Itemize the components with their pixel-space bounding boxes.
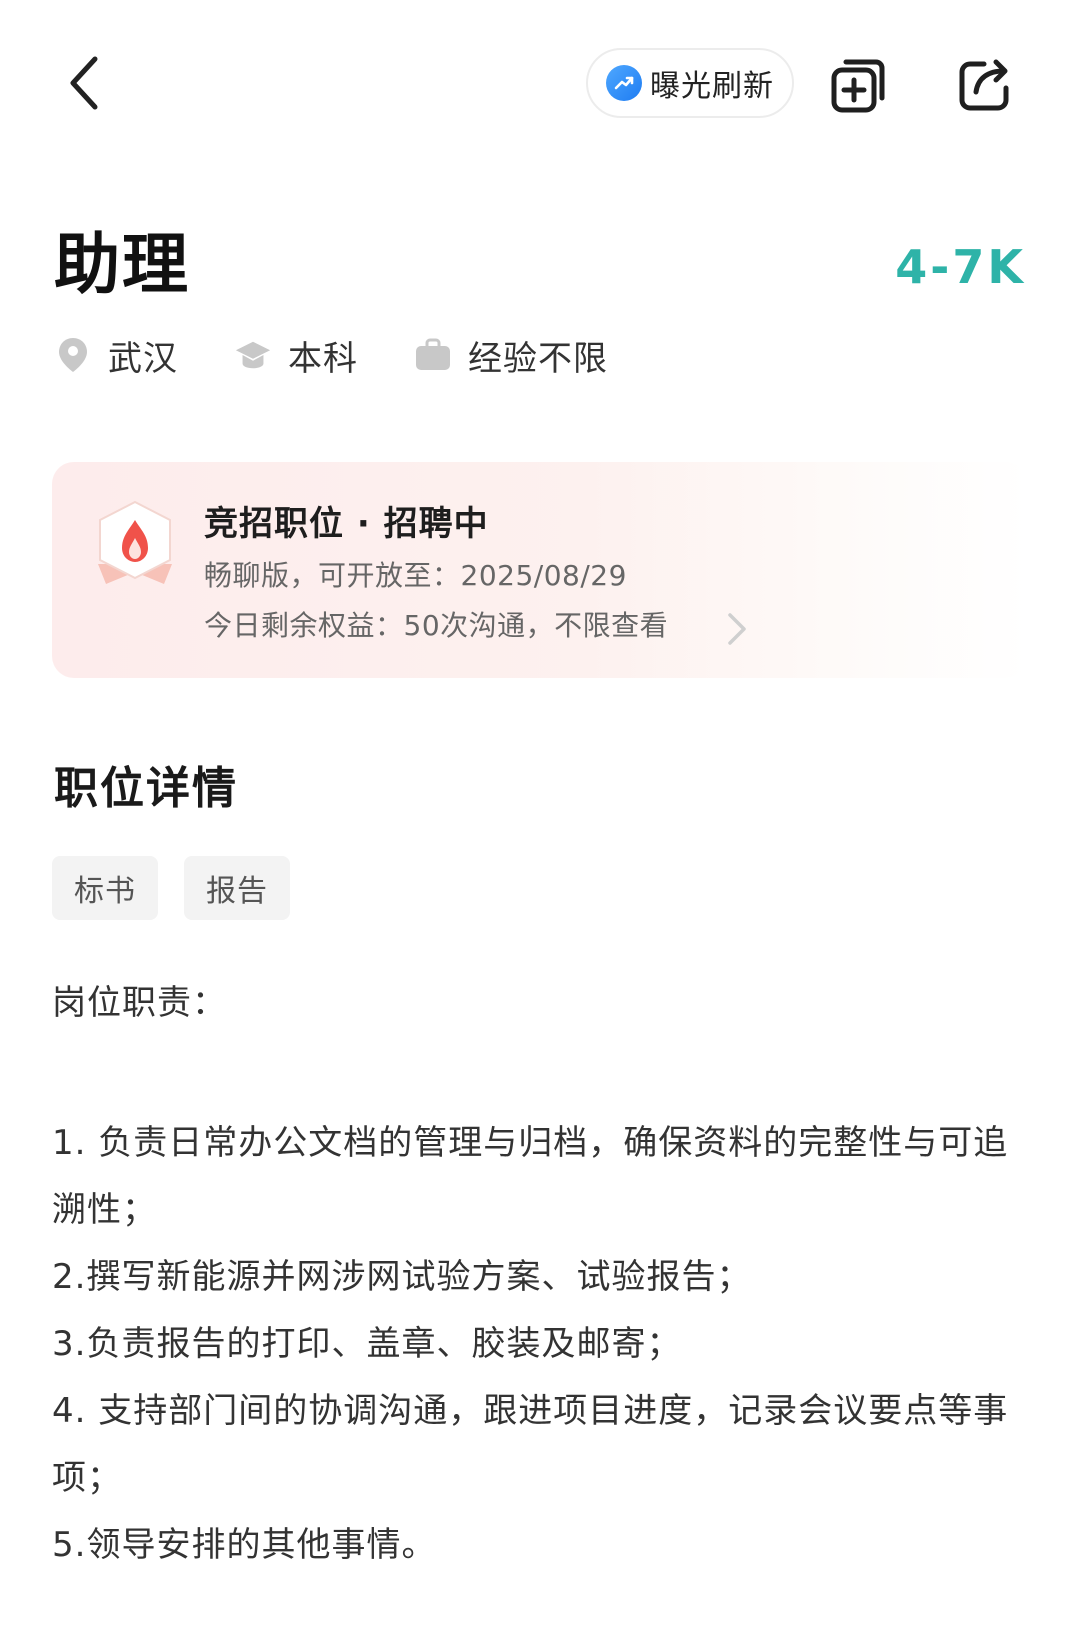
duty-item: 3.负责报告的打印、盖章、胶装及邮寄；: [52, 1324, 682, 1364]
top-bar: 曝光刷新: [0, 40, 1080, 130]
skill-tag: 报告: [184, 856, 290, 920]
chevron-left-icon: [70, 56, 98, 110]
meta-experience: 经验不限: [414, 331, 608, 380]
add-copy-button[interactable]: [828, 54, 890, 116]
duties-heading: 岗位职责：: [52, 983, 227, 1023]
promo-plan-text: 畅聊版，可开放至：2025/08/29: [204, 559, 627, 592]
duty-item: 1. 负责日常办公文档的管理与归档，确保资料的完整性与可追溯性；: [52, 1123, 1009, 1230]
duties-list: 1. 负责日常办公文档的管理与归档，确保资料的完整性与可追溯性； 2.撰写新能源…: [52, 1110, 1012, 1579]
exposure-refresh-button[interactable]: 曝光刷新: [586, 48, 794, 118]
share-icon: [959, 59, 1009, 111]
education-text: 本科: [288, 338, 358, 379]
skill-tags: 标书 报告: [52, 856, 316, 920]
promo-title: 竞招职位 · 招聘中: [204, 504, 489, 544]
duty-item: 5.领导安排的其他事情。: [52, 1525, 437, 1565]
location-pin-icon: [54, 336, 92, 374]
add-copy-icon: [831, 59, 885, 113]
back-button[interactable]: [56, 50, 112, 116]
chevron-right-icon: [728, 613, 746, 645]
briefcase-icon: [414, 336, 452, 374]
experience-text: 经验不限: [468, 338, 608, 379]
exposure-refresh-label: 曝光刷新: [650, 69, 774, 104]
competitive-recruitment-card[interactable]: 竞招职位 · 招聘中 畅聊版，可开放至：2025/08/29 今日剩余权益：50…: [52, 462, 1028, 678]
duty-item: 4. 支持部门间的协调沟通，跟进项目进度，记录会议要点等事项；: [52, 1391, 1009, 1498]
skill-tag: 标书: [52, 856, 158, 920]
section-title-job-details: 职位详情: [54, 763, 238, 814]
location-text: 武汉: [108, 338, 178, 379]
salary-range: 4-7K: [895, 240, 1026, 294]
meta-education: 本科: [234, 331, 358, 380]
job-meta-row: 武汉 本科 经验不限: [54, 330, 664, 380]
meta-location: 武汉: [54, 331, 178, 380]
duty-item: 2.撰写新能源并网涉网试验方案、试验报告；: [52, 1257, 752, 1297]
job-title: 助理: [54, 226, 190, 303]
share-button[interactable]: [954, 54, 1016, 116]
chart-up-icon: [606, 65, 642, 101]
graduation-cap-icon: [234, 336, 272, 374]
promo-benefits-text: 今日剩余权益：50次沟通，不限查看: [204, 609, 669, 642]
flame-badge-icon: [94, 498, 176, 594]
